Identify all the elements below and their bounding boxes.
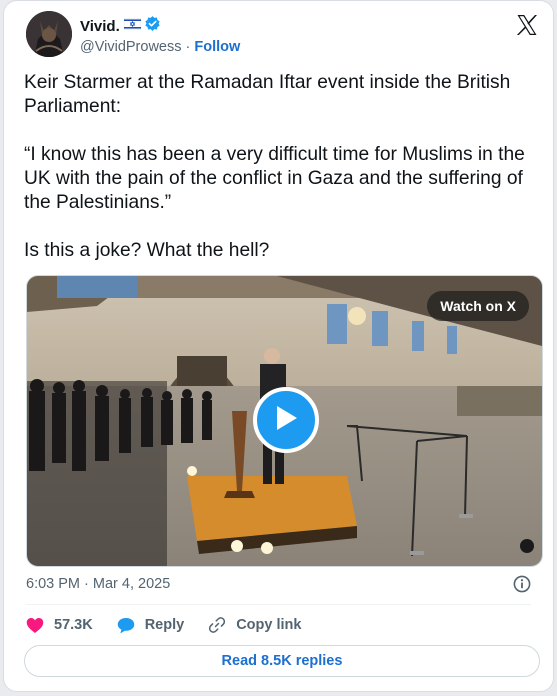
- copy-link-label: Copy link: [236, 617, 302, 633]
- author-name-row: Vivid.: [80, 15, 161, 37]
- handle-separator: ·: [185, 39, 191, 55]
- play-icon: [273, 404, 299, 437]
- like-button[interactable]: 57.3K: [26, 617, 93, 634]
- tweet-paragraph-2: “I know this has been a very difficult t…: [24, 144, 525, 213]
- read-replies-button[interactable]: Read 8.5K replies: [24, 645, 540, 677]
- author-handle-row: @VividProwess · Follow: [80, 39, 240, 55]
- reply-label: Reply: [144, 617, 185, 633]
- tweet-text: Keir Starmer at the Ramadan Iftar event …: [24, 71, 544, 263]
- copy-link-button[interactable]: Copy link: [208, 616, 301, 634]
- tweet-timestamp[interactable]: 6:03 PM · Mar 4, 2025: [26, 576, 170, 592]
- reply-button[interactable]: Reply: [117, 617, 185, 634]
- tweet-paragraph-3: Is this a joke? What the hell?: [24, 240, 270, 261]
- x-logo-icon[interactable]: [515, 13, 539, 37]
- divider: [26, 604, 531, 605]
- tweet-card: Vivid. @VividProwess · Follow Keir Starm…: [3, 0, 554, 692]
- author-handle[interactable]: @VividProwess: [80, 39, 182, 55]
- like-count: 57.3K: [54, 617, 93, 633]
- author-name[interactable]: Vivid.: [80, 18, 120, 35]
- play-button[interactable]: [253, 387, 319, 453]
- info-icon[interactable]: [513, 575, 531, 593]
- heart-icon: [26, 617, 44, 633]
- video-thumbnail[interactable]: Watch on X: [26, 275, 543, 567]
- israel-flag-icon: [123, 17, 142, 35]
- tweet-paragraph-1: Keir Starmer at the Ramadan Iftar event …: [24, 72, 511, 117]
- watch-on-x-button[interactable]: Watch on X: [427, 291, 529, 321]
- link-icon: [209, 617, 226, 633]
- reply-bubble-icon: [117, 617, 134, 633]
- avatar[interactable]: [26, 11, 72, 57]
- follow-button[interactable]: Follow: [194, 39, 240, 55]
- action-bar: 57.3K Reply Copy link: [26, 615, 325, 635]
- verified-badge-icon: [144, 15, 161, 37]
